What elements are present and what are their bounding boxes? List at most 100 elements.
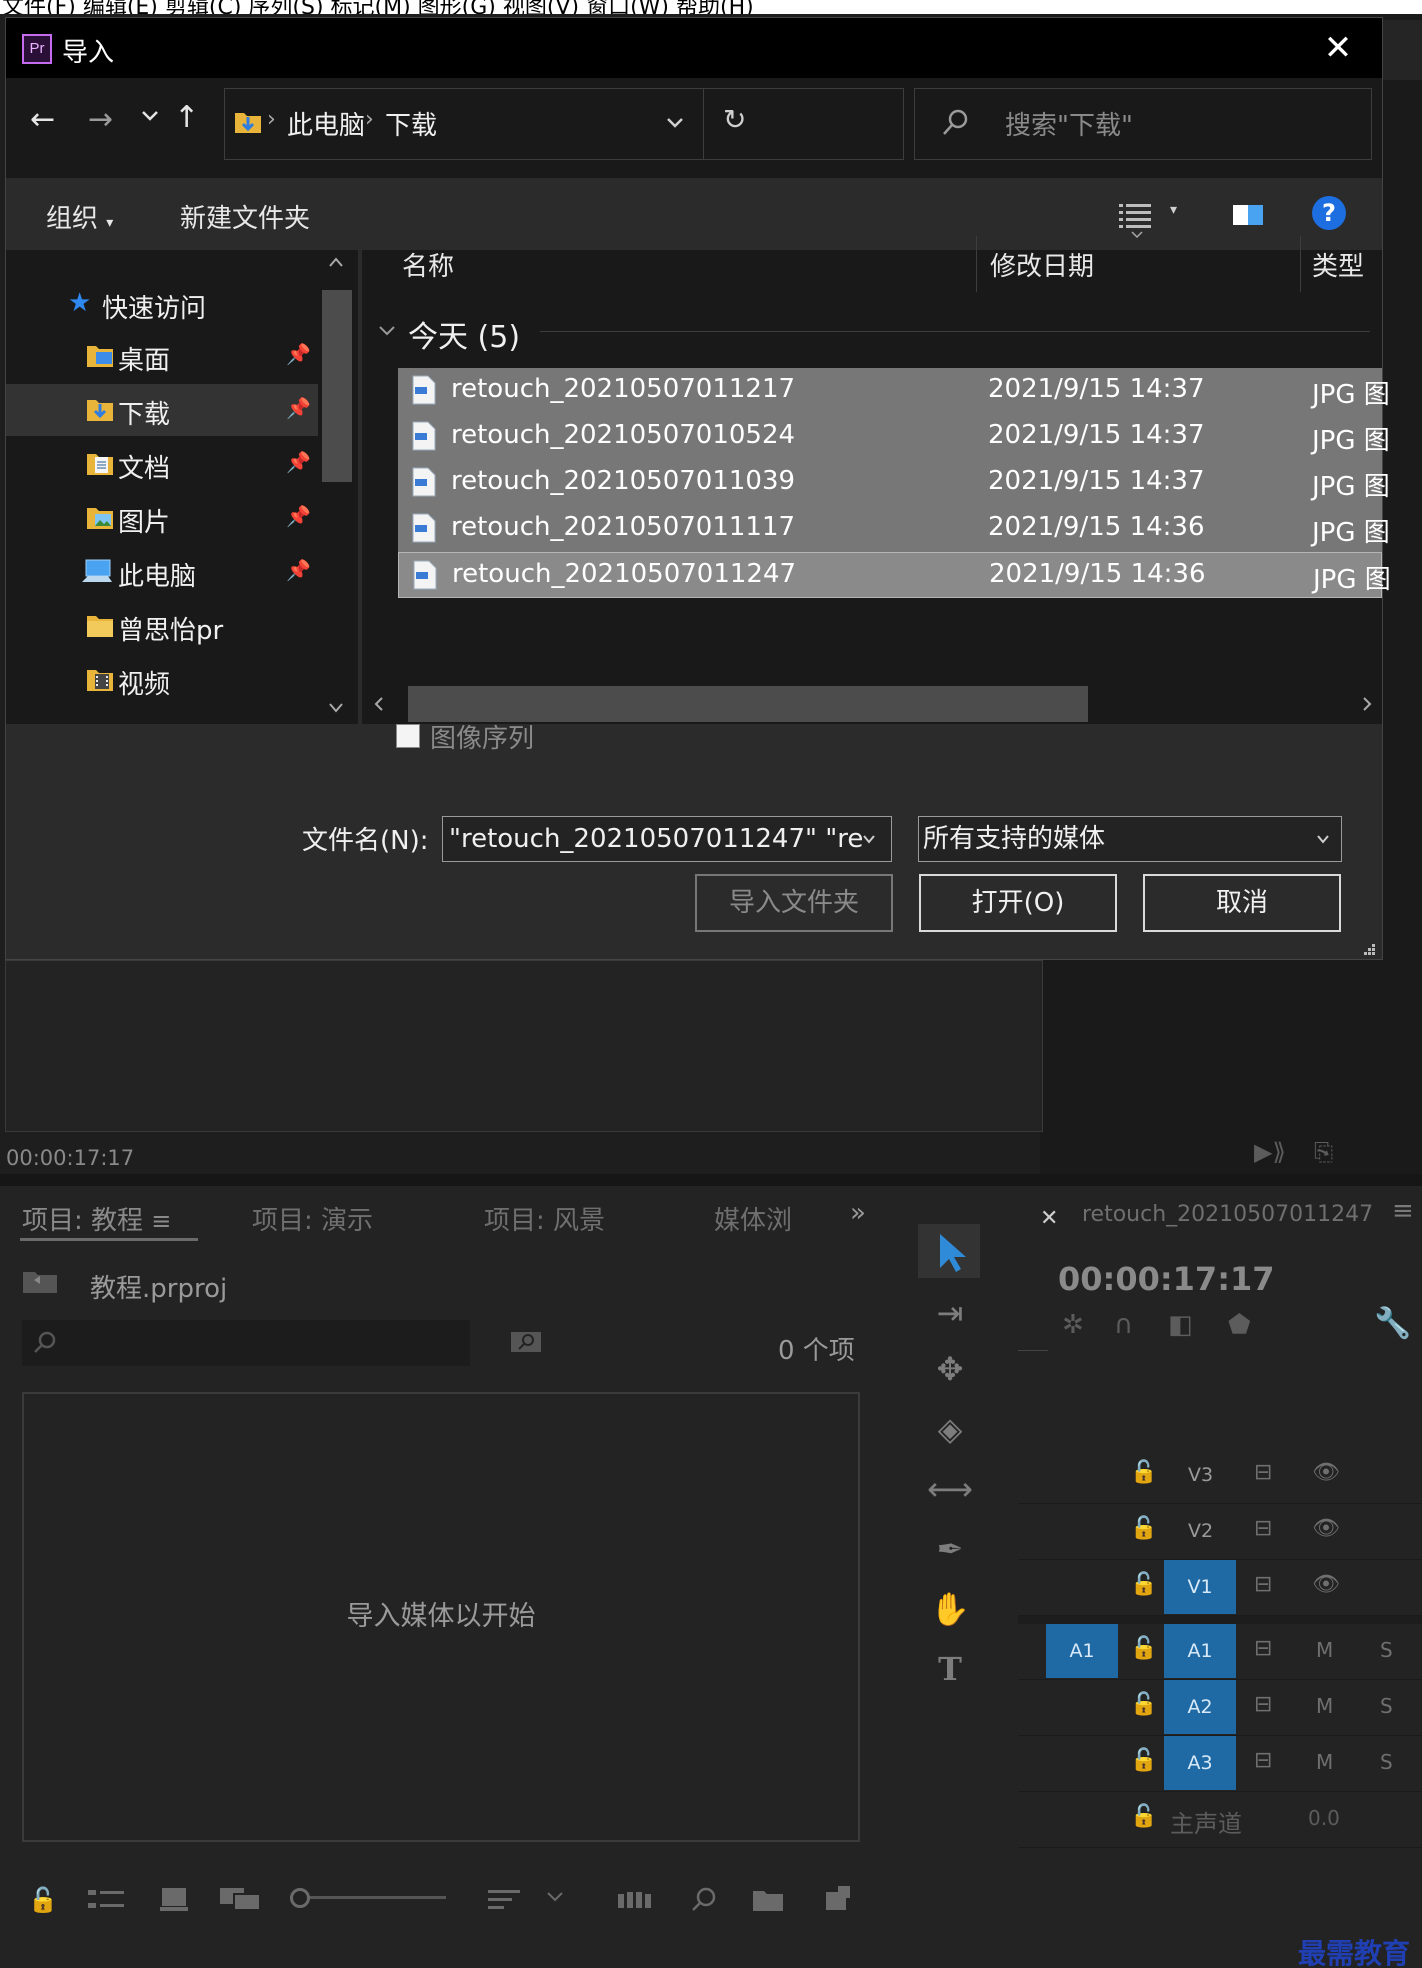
breadcrumb-this-pc[interactable]: 此电脑 xyxy=(287,105,365,142)
track-lock-icon[interactable]: 🔓 xyxy=(1130,1636,1157,1661)
linked-selection-icon[interactable]: ◧ xyxy=(1168,1310,1193,1340)
wrench-icon[interactable]: 🔧 xyxy=(1374,1306,1411,1341)
import-folder-button[interactable]: 导入文件夹 xyxy=(695,874,893,932)
scroll-left-icon[interactable] xyxy=(374,696,384,712)
resize-grip-icon[interactable] xyxy=(1360,940,1376,956)
icon-view-icon[interactable] xyxy=(160,1886,188,1912)
add-marker-icon[interactable]: ⬟ xyxy=(1228,1310,1251,1340)
master-volume-value[interactable]: 0.0 xyxy=(1308,1806,1340,1830)
zoom-slider[interactable] xyxy=(290,1896,446,1899)
freeform-view-icon[interactable] xyxy=(220,1886,262,1912)
export-frame-icon[interactable]: ⎘ xyxy=(1314,1138,1333,1166)
quick-access-label[interactable]: 快速访问 xyxy=(102,288,206,325)
source-patch-a1[interactable]: A1 xyxy=(1046,1624,1118,1678)
track-lock-icon[interactable]: 🔓 xyxy=(1130,1692,1157,1717)
pin-icon[interactable]: 📌 xyxy=(286,396,311,420)
column-header-modified[interactable]: 修改日期 xyxy=(990,246,1094,283)
nav-item-downloads[interactable]: 下载 📌 xyxy=(6,384,318,436)
group-header-today[interactable]: 今天 (5) xyxy=(408,312,520,356)
tab-project-tutorial[interactable]: 项目: 教程 ≡ xyxy=(22,1200,171,1237)
recent-locations-chevron-icon[interactable] xyxy=(140,106,160,126)
razor-tool[interactable]: ◈ xyxy=(925,1410,975,1456)
filter-dropdown-icon[interactable] xyxy=(1315,817,1331,861)
forward-arrow-icon[interactable]: → xyxy=(88,102,113,137)
scroll-up-icon[interactable] xyxy=(328,256,344,268)
sync-lock-icon[interactable]: ⊟ xyxy=(1254,1636,1272,1661)
address-bar[interactable]: › 此电脑 › 下载 ↻ xyxy=(224,88,904,160)
file-type-filter-select[interactable]: 所有支持的媒体 xyxy=(918,816,1342,862)
back-arrow-icon[interactable]: ← xyxy=(30,102,55,137)
organize-button[interactable]: 组织 ▾ xyxy=(46,198,113,235)
preview-pane-icon[interactable] xyxy=(1232,202,1264,228)
track-lock-icon[interactable]: 🔓 xyxy=(1130,1748,1157,1773)
nav-item-this-pc[interactable]: 此电脑 📌 xyxy=(6,546,318,598)
address-dropdown-icon[interactable] xyxy=(665,113,685,133)
pin-icon[interactable]: 📌 xyxy=(286,504,311,528)
sort-dropdown-icon[interactable] xyxy=(546,1890,564,1904)
file-row[interactable]: retouch_20210507011039 2021/9/15 14:37 J… xyxy=(398,460,1390,506)
file-row[interactable]: retouch_20210507011217 2021/9/15 14:37 J… xyxy=(398,368,1390,414)
new-bin-icon[interactable] xyxy=(752,1888,784,1912)
zoom-slider-handle[interactable] xyxy=(290,1888,310,1908)
track-lock-icon[interactable]: 🔓 xyxy=(1130,1460,1157,1485)
group-collapse-chevron-icon[interactable] xyxy=(378,324,396,338)
nest-icon[interactable]: ✲ xyxy=(1062,1310,1084,1340)
sync-lock-icon[interactable]: ⊟ xyxy=(1254,1692,1272,1717)
close-button[interactable]: ✕ xyxy=(1316,30,1360,70)
column-divider[interactable] xyxy=(976,236,977,292)
panel-menu-icon[interactable]: ≡ xyxy=(1392,1196,1414,1226)
up-arrow-icon[interactable]: ↑ xyxy=(174,100,199,135)
more-tabs-icon[interactable]: » xyxy=(850,1198,866,1228)
tab-media-browser[interactable]: 媒体浏 xyxy=(714,1200,794,1237)
project-drop-area[interactable]: 导入媒体以开始 xyxy=(22,1392,860,1842)
sync-lock-icon[interactable]: ⊟ xyxy=(1254,1516,1272,1541)
new-folder-button[interactable]: 新建文件夹 xyxy=(180,198,310,235)
sync-lock-icon[interactable]: ⊟ xyxy=(1254,1460,1272,1485)
ripple-edit-tool[interactable]: ✥ xyxy=(925,1350,975,1396)
column-divider[interactable] xyxy=(1300,236,1301,292)
track-target-a1[interactable]: A1 xyxy=(1164,1624,1236,1678)
scroll-right-icon[interactable] xyxy=(1362,696,1372,712)
mute-button[interactable]: M xyxy=(1316,1750,1333,1774)
solo-button[interactable]: S xyxy=(1380,1750,1393,1774)
hand-tool[interactable]: ✋ xyxy=(925,1590,975,1636)
type-tool[interactable]: T xyxy=(925,1650,975,1696)
pin-icon[interactable]: 📌 xyxy=(286,450,311,474)
track-lock-icon[interactable]: 🔓 xyxy=(1130,1572,1157,1597)
search-input[interactable]: 搜索"下载" xyxy=(914,88,1372,160)
nav-item-documents[interactable]: 文档 📌 xyxy=(6,438,318,490)
file-row[interactable]: retouch_20210507011247 2021/9/15 14:36 J… xyxy=(398,552,1391,598)
sync-lock-icon[interactable]: ⊟ xyxy=(1254,1748,1272,1773)
mute-button[interactable]: M xyxy=(1316,1638,1333,1662)
refresh-icon[interactable]: ↻ xyxy=(723,103,746,136)
insert-icon[interactable]: ▶⟫ xyxy=(1254,1138,1286,1166)
menu-bar-text[interactable]: 文件(F) 编辑(E) 剪辑(C) 序列(S) 标记(M) 图形(G) 视图(V… xyxy=(2,0,754,14)
selection-tool[interactable] xyxy=(918,1224,980,1278)
nav-item-videos[interactable]: 视频 xyxy=(6,654,318,706)
eye-icon[interactable]: 👁 xyxy=(1312,1460,1340,1485)
track-v3[interactable]: 🔓 V3 ⊟ 👁 xyxy=(1018,1448,1422,1504)
automate-sequence-icon[interactable] xyxy=(618,1888,654,1912)
column-header-type[interactable]: 类型 xyxy=(1312,246,1364,283)
pin-icon[interactable]: 📌 xyxy=(286,558,311,582)
pin-icon[interactable]: 📌 xyxy=(286,342,311,366)
track-master[interactable]: 🔓 主声道 0.0 xyxy=(1018,1792,1422,1848)
eye-icon[interactable]: 👁 xyxy=(1312,1572,1340,1597)
cancel-button[interactable]: 取消 xyxy=(1143,874,1341,932)
filename-dropdown-icon[interactable] xyxy=(861,817,877,861)
mute-button[interactable]: M xyxy=(1316,1694,1333,1718)
new-item-icon[interactable] xyxy=(824,1886,852,1912)
find-icon[interactable] xyxy=(690,1886,718,1914)
open-button[interactable]: 打开(O) xyxy=(919,874,1117,932)
track-v2[interactable]: 🔓 V2 ⊟ 👁 xyxy=(1018,1504,1422,1560)
lock-icon[interactable]: 🔓 xyxy=(28,1886,58,1914)
solo-button[interactable]: S xyxy=(1380,1638,1393,1662)
horizontal-scroll-thumb[interactable] xyxy=(408,686,1088,722)
nav-item-zsy-pr[interactable]: 曾思怡pr xyxy=(6,600,318,652)
app-menu-bar[interactable]: 文件(F) 编辑(E) 剪辑(C) 序列(S) 标记(M) 图形(G) 视图(V… xyxy=(0,0,1422,14)
help-icon[interactable]: ? xyxy=(1312,196,1346,230)
file-row[interactable]: retouch_20210507011117 2021/9/15 14:36 J… xyxy=(398,506,1390,552)
nav-scroll-thumb[interactable] xyxy=(322,290,352,482)
solo-button[interactable]: S xyxy=(1380,1694,1393,1718)
snap-magnet-icon[interactable]: ∩ xyxy=(1114,1310,1133,1340)
